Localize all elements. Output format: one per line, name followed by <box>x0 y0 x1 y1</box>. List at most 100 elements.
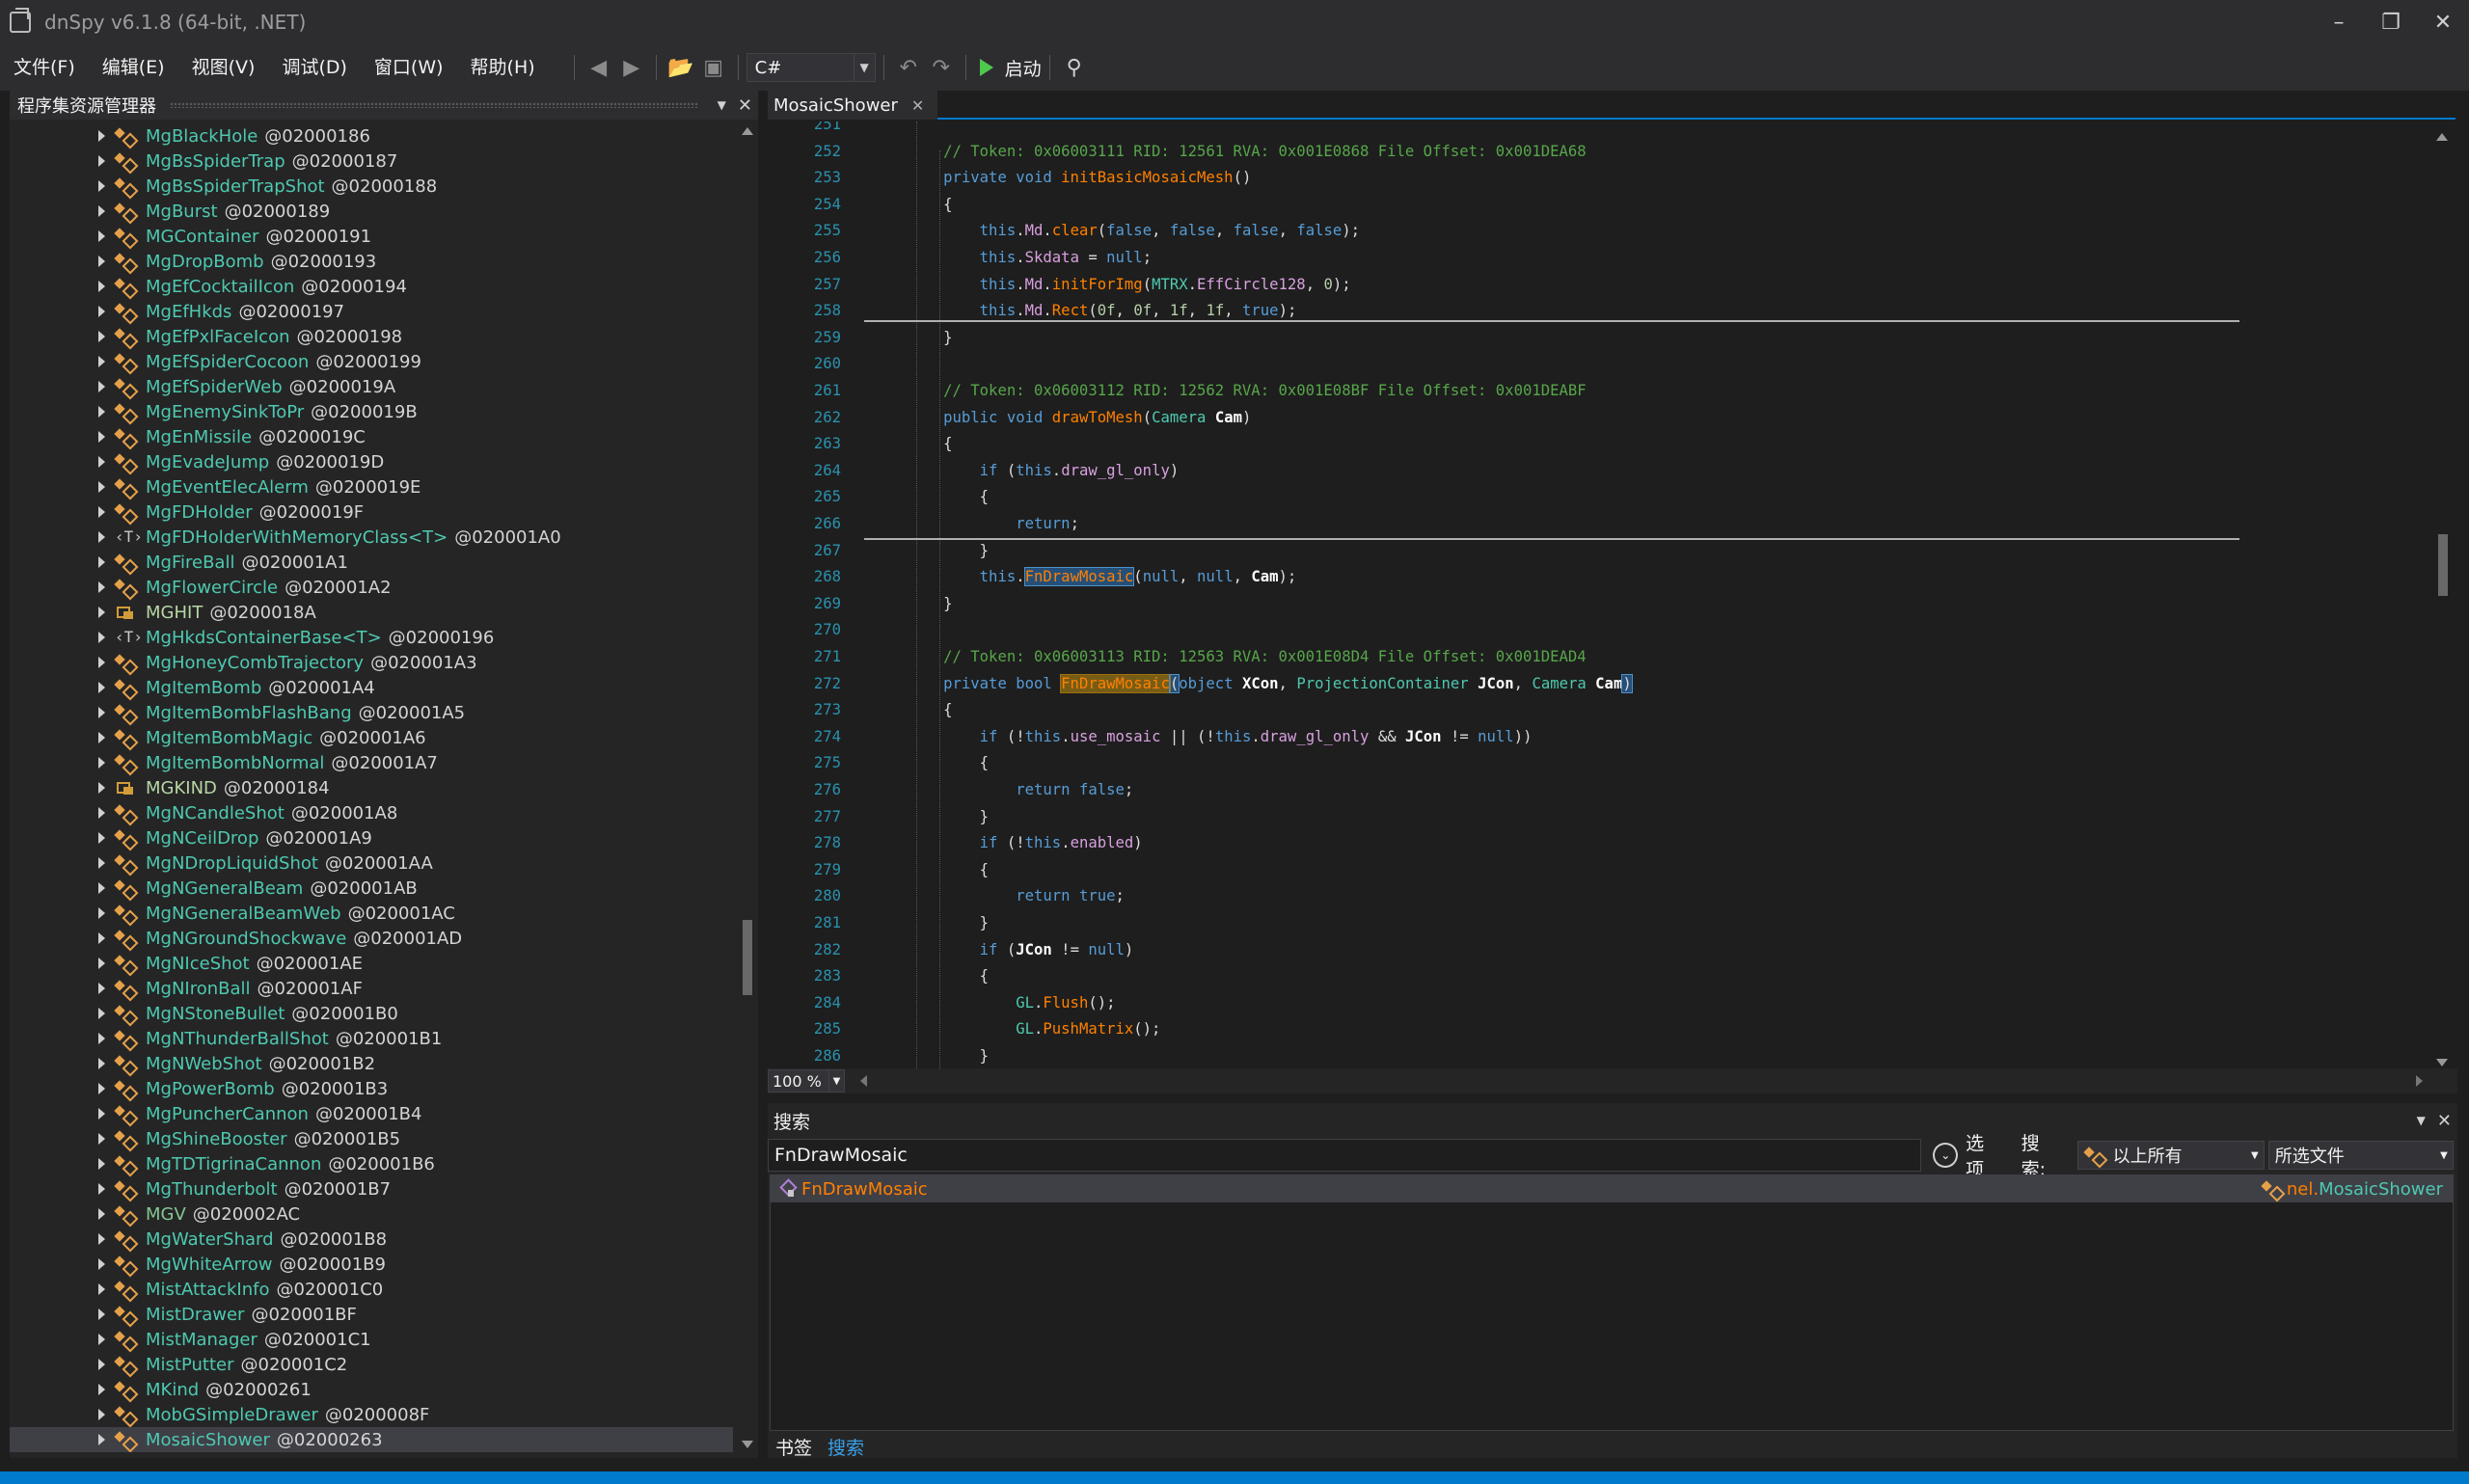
expand-arrow-icon[interactable] <box>98 1309 105 1320</box>
expand-arrow-icon[interactable] <box>98 983 105 994</box>
tree-item[interactable]: MgNIronBall @020001AF <box>10 976 733 1001</box>
horizontal-scrollbar[interactable] <box>860 1075 2423 1087</box>
scroll-right-icon[interactable] <box>2416 1075 2423 1087</box>
expand-arrow-icon[interactable] <box>98 1008 105 1019</box>
expand-arrow-icon[interactable] <box>98 331 105 342</box>
expand-arrow-icon[interactable] <box>98 281 105 292</box>
language-select[interactable]: C# ▼ <box>746 53 876 82</box>
start-button[interactable]: 启动 <box>979 55 1042 81</box>
expand-arrow-icon[interactable] <box>98 1158 105 1170</box>
scroll-left-icon[interactable] <box>860 1075 867 1087</box>
tree-item[interactable]: MgWhiteArrow @020001B9 <box>10 1252 733 1277</box>
menu-file[interactable]: 文件(F) <box>0 44 89 91</box>
tree-item[interactable]: MgNIceShot @020001AE <box>10 951 733 976</box>
expand-arrow-icon[interactable] <box>98 607 105 618</box>
tree-item[interactable]: MgShineBooster @020001B5 <box>10 1126 733 1151</box>
expand-arrow-icon[interactable] <box>98 556 105 568</box>
tree-item[interactable]: MgNCeilDrop @020001A9 <box>10 825 733 850</box>
tree-item[interactable]: MGV @020002AC <box>10 1201 733 1227</box>
forward-icon[interactable]: ▶ <box>617 53 646 82</box>
tree-item[interactable]: MgNThunderBallShot @020001B1 <box>10 1026 733 1051</box>
expand-arrow-icon[interactable] <box>98 682 105 693</box>
expand-arrow-icon[interactable] <box>98 732 105 743</box>
close-icon[interactable]: ✕ <box>911 96 924 115</box>
expand-arrow-icon[interactable] <box>98 1434 105 1445</box>
tree-item[interactable]: MgItemBombMagic @020001A6 <box>10 725 733 750</box>
search-type-select[interactable]: 以上所有 ▼ <box>2076 1141 2265 1170</box>
tree-item[interactable]: MgHoneyCombTrajectory @020001A3 <box>10 650 733 675</box>
search-result-row[interactable]: FnDrawMosaic nel. MosaicShower <box>771 1175 2453 1202</box>
expand-arrow-icon[interactable] <box>98 1258 105 1270</box>
expand-arrow-icon[interactable] <box>98 882 105 894</box>
expand-arrow-icon[interactable] <box>98 506 105 518</box>
expand-arrow-icon[interactable] <box>98 481 105 493</box>
tree-item[interactable]: MobGSimpleDrawer @0200008F <box>10 1402 733 1427</box>
scroll-thumb[interactable] <box>2438 534 2448 596</box>
tree-item[interactable]: MGHIT @0200018A <box>10 600 733 625</box>
tree-item[interactable]: MistPutter @020001C2 <box>10 1352 733 1377</box>
tree-item[interactable]: MgBurst @02000189 <box>10 199 733 224</box>
tree-item[interactable]: MosaicShower @02000263 <box>10 1427 733 1452</box>
tree-item[interactable]: MgEventElecAlerm @0200019E <box>10 474 733 499</box>
close-icon[interactable]: ✕ <box>738 95 752 116</box>
tree-item[interactable]: MgBlackHole @02000186 <box>10 123 733 148</box>
tree-item[interactable]: MgEnMissile @0200019C <box>10 424 733 449</box>
tree-item[interactable]: MgEvadeJump @0200019D <box>10 449 733 474</box>
scroll-down-icon[interactable] <box>2436 1059 2448 1066</box>
tree-item[interactable]: MgEfHkds @02000197 <box>10 299 733 324</box>
expand-arrow-icon[interactable] <box>98 1183 105 1195</box>
tree-item[interactable]: MgPowerBomb @020001B3 <box>10 1076 733 1101</box>
code-editor[interactable]: 251 252 // Token: 0x06003111 RID: 12561 R… <box>768 121 2457 1068</box>
expand-arrow-icon[interactable] <box>98 958 105 969</box>
explorer-scrollbar[interactable] <box>739 123 756 1452</box>
expand-arrow-icon[interactable] <box>98 180 105 192</box>
expand-arrow-icon[interactable] <box>98 1083 105 1094</box>
menu-window[interactable]: 窗口(W) <box>361 44 457 91</box>
close-icon[interactable]: ✕ <box>2437 1111 2452 1131</box>
menu-edit[interactable]: 编辑(E) <box>89 44 178 91</box>
search-icon[interactable]: ⚲ <box>1060 53 1089 82</box>
tree-item[interactable]: MgNGeneralBeamWeb @020001AC <box>10 901 733 926</box>
expand-arrow-icon[interactable] <box>98 1384 105 1395</box>
expand-arrow-icon[interactable] <box>98 431 105 443</box>
tree-item[interactable]: MGKIND @02000184 <box>10 775 733 800</box>
tree-item[interactable]: MgNCandleShot @020001A8 <box>10 800 733 825</box>
expand-arrow-icon[interactable] <box>98 1108 105 1120</box>
menu-debug[interactable]: 调试(D) <box>268 44 360 91</box>
expand-arrow-icon[interactable] <box>98 782 105 794</box>
expand-arrow-icon[interactable] <box>98 1208 105 1220</box>
tree-item[interactable]: MgEfCocktailIcon @02000194 <box>10 274 733 299</box>
expand-arrow-icon[interactable] <box>98 757 105 769</box>
expand-arrow-icon[interactable] <box>98 1133 105 1145</box>
expand-arrow-icon[interactable] <box>98 531 105 543</box>
tree-item[interactable]: MgEfSpiderCocoon @02000199 <box>10 349 733 374</box>
expand-arrow-icon[interactable] <box>98 657 105 668</box>
expand-arrow-icon[interactable] <box>98 1283 105 1295</box>
chevron-down-icon[interactable]: ▼ <box>2417 1114 2426 1127</box>
expand-arrow-icon[interactable] <box>98 907 105 919</box>
expand-arrow-icon[interactable] <box>98 932 105 944</box>
search-location-select[interactable]: 所选文件 ▼ <box>2267 1141 2454 1170</box>
expand-arrow-icon[interactable] <box>98 707 105 718</box>
expand-arrow-icon[interactable] <box>98 632 105 643</box>
tree-item[interactable]: MgEnemySinkToPr @0200019B <box>10 399 733 424</box>
expand-arrow-icon[interactable] <box>98 807 105 819</box>
scroll-up-icon[interactable] <box>2436 133 2448 141</box>
tree-item[interactable]: MgItemBombFlashBang @020001A5 <box>10 700 733 725</box>
tab-mosaicshower[interactable]: MosaicShower ✕ <box>768 91 938 120</box>
back-icon[interactable]: ◀ <box>584 53 613 82</box>
tree-item[interactable]: MgItemBomb @020001A4 <box>10 675 733 700</box>
expand-arrow-icon[interactable] <box>98 356 105 367</box>
expand-arrow-icon[interactable] <box>98 1409 105 1420</box>
tree-item[interactable]: MgTDTigrinaCannon @020001B6 <box>10 1151 733 1176</box>
expand-arrow-icon[interactable] <box>98 857 105 869</box>
expand-arrow-icon[interactable] <box>98 306 105 317</box>
tree-item[interactable]: MgBsSpiderTrapShot @02000188 <box>10 174 733 199</box>
tree-item[interactable]: MGContainer @02000191 <box>10 224 733 249</box>
expand-arrow-icon[interactable] <box>98 581 105 593</box>
drag-grip[interactable] <box>170 102 698 108</box>
tree-item[interactable]: MgPuncherCannon @020001B4 <box>10 1101 733 1126</box>
tree-item[interactable]: MgWaterShard @020001B8 <box>10 1227 733 1252</box>
tree-item[interactable]: MgFDHolder @0200019F <box>10 499 733 525</box>
tab-search[interactable]: 搜索 <box>820 1434 872 1460</box>
